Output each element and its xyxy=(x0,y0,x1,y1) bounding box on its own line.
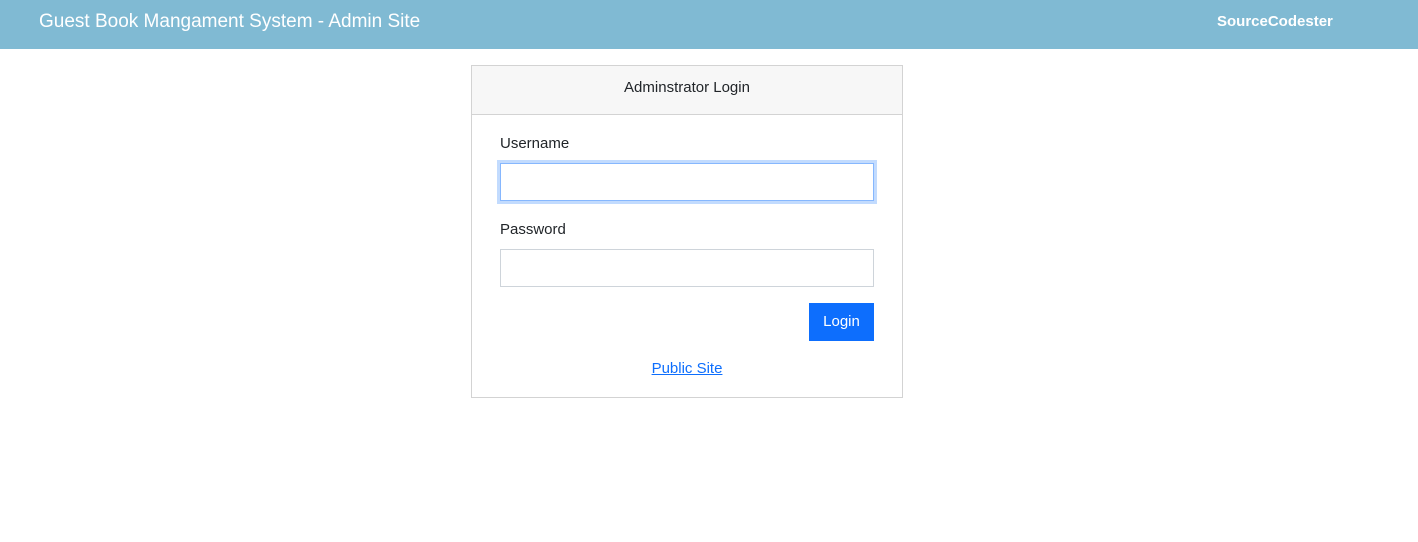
top-navbar: Guest Book Mangament System - Admin Site… xyxy=(0,0,1418,49)
public-site-link[interactable]: Public Site xyxy=(652,360,723,377)
navbar-sourcecodester[interactable]: SourceCodester xyxy=(1217,12,1333,32)
username-input[interactable] xyxy=(500,163,874,201)
navbar-brand[interactable]: Guest Book Mangament System - Admin Site xyxy=(39,10,420,34)
username-label: Username xyxy=(500,135,570,152)
login-card: Adminstrator Login Username Password Log… xyxy=(471,65,903,398)
login-button[interactable]: Login xyxy=(809,303,874,341)
public-site-link-container: Public Site xyxy=(472,359,902,379)
password-input[interactable] xyxy=(500,249,874,287)
password-label: Password xyxy=(500,221,566,238)
login-card-header: Adminstrator Login xyxy=(472,66,902,115)
